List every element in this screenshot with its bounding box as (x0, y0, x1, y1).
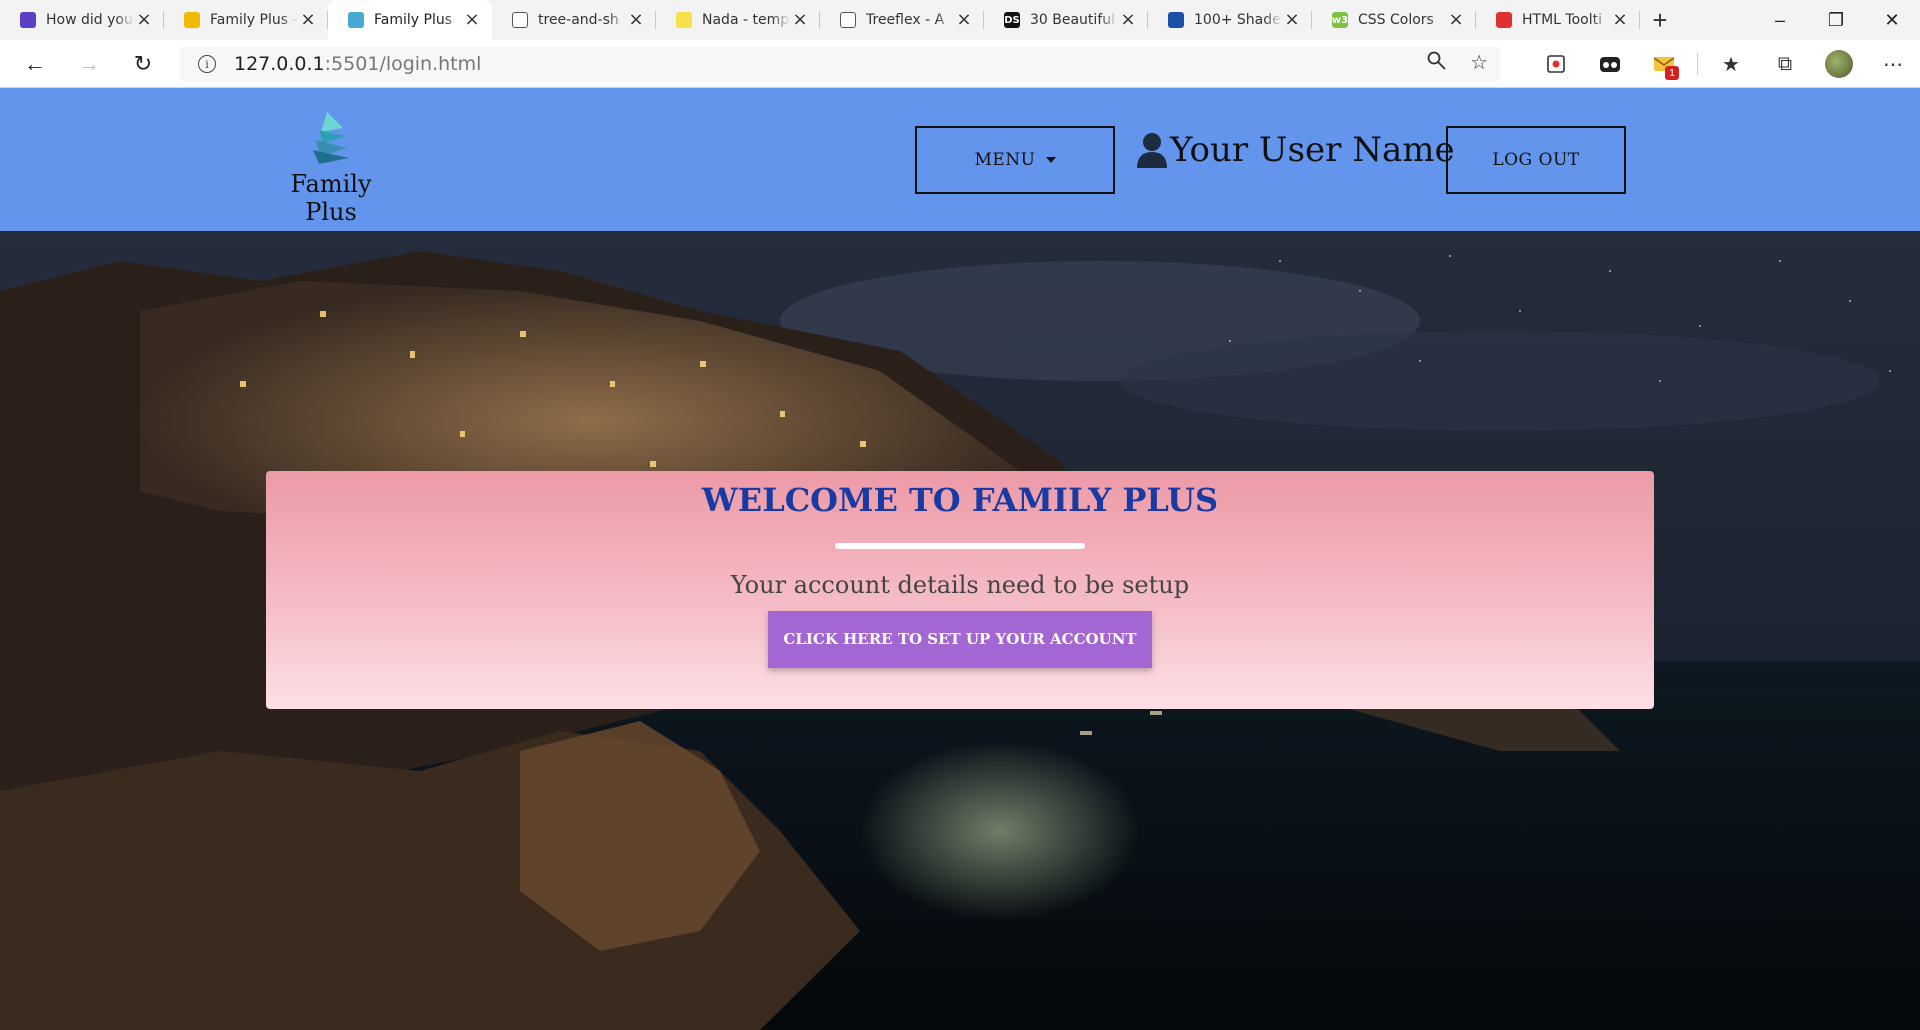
tab-title: Family Plus (374, 12, 452, 28)
favorites-icon[interactable]: ★ (1704, 40, 1758, 88)
browser-tab[interactable]: DS 30 Beautiful × (984, 0, 1148, 40)
info-icon[interactable]: i (198, 55, 216, 73)
title-divider (835, 543, 1085, 549)
welcome-card: WELCOME TO FAMILY PLUS Your account deta… (266, 471, 1654, 709)
browser-tab[interactable]: Family Plus - × (164, 0, 328, 40)
tab-title: Nada - temp (702, 12, 790, 28)
background-image: WELCOME TO FAMILY PLUS Your account deta… (0, 231, 1920, 1030)
url-field[interactable]: i 127.0.0.1:5501/login.html ☆ (180, 46, 1500, 82)
user-info: Your User Name (1136, 130, 1455, 170)
toolbar-divider (1697, 53, 1698, 75)
avatar (1825, 50, 1853, 78)
refresh-icon[interactable]: ↻ (118, 44, 168, 84)
address-bar: ← → ↻ i 127.0.0.1:5501/login.html ☆ 1 ★ … (0, 40, 1920, 88)
browser-toolbar: 1 ★ ⧉ ⋯ (1529, 40, 1920, 88)
tab-title: 100+ Shade (1194, 12, 1281, 28)
tab-favicon-icon (20, 12, 36, 28)
tab-title: 30 Beautiful (1030, 12, 1116, 28)
tab-title: Family Plus - (210, 12, 298, 28)
tab-favicon-icon: DS (1004, 12, 1020, 28)
caret-down-icon (1045, 157, 1056, 163)
tab-list: How did you × Family Plus - × Family Plus × tr… (0, 0, 1640, 40)
extension-icon[interactable] (1583, 40, 1637, 88)
welcome-title: WELCOME TO FAMILY PLUS (701, 481, 1219, 519)
tab-title: HTML Toolti (1522, 12, 1602, 28)
tab-favicon-icon (1496, 12, 1512, 28)
browser-tab[interactable]: Treeflex - A × (820, 0, 984, 40)
url-text: 127.0.0.1:5501/login.html (234, 53, 481, 75)
search-key-icon[interactable] (1426, 50, 1448, 78)
menu-label: MENU (974, 150, 1036, 170)
browser-tab[interactable]: How did you × (0, 0, 164, 40)
mail-extension-icon[interactable]: 1 (1637, 40, 1691, 88)
tab-favicon-icon (184, 12, 200, 28)
close-tab-icon[interactable]: × (626, 11, 646, 29)
close-window-icon[interactable]: ✕ (1864, 0, 1920, 40)
notification-badge: 1 (1665, 66, 1679, 80)
browser-tab[interactable]: w3 CSS Colors × (1312, 0, 1476, 40)
close-tab-icon[interactable]: × (298, 11, 318, 29)
close-tab-icon[interactable]: × (1610, 11, 1630, 29)
brand[interactable]: Family Plus (266, 110, 396, 226)
tab-favicon-icon (676, 12, 692, 28)
url-host: 127.0.0.1 (234, 53, 325, 75)
back-icon[interactable]: ← (10, 44, 60, 84)
close-tab-icon[interactable]: × (1118, 11, 1138, 29)
tab-favicon-icon (1168, 12, 1184, 28)
browser-tab-strip: How did you × Family Plus - × Family Plus × tr… (0, 0, 1920, 40)
browser-tab[interactable]: 100+ Shade × (1148, 0, 1312, 40)
minimize-icon[interactable]: – (1752, 0, 1808, 40)
collections-icon[interactable]: ⧉ (1758, 40, 1812, 88)
screenshot-icon[interactable] (1529, 40, 1583, 88)
tab-title: CSS Colors (1358, 12, 1434, 28)
restore-icon[interactable]: ❐ (1808, 0, 1864, 40)
tab-favicon-icon (512, 12, 528, 28)
tab-favicon-icon (348, 12, 364, 28)
close-tab-icon[interactable]: × (134, 11, 154, 29)
browser-tab[interactable]: Nada - temp × (656, 0, 820, 40)
tab-favicon-icon (840, 12, 856, 28)
close-tab-icon[interactable]: × (790, 11, 810, 29)
user-icon (1137, 133, 1167, 168)
browser-tab[interactable]: HTML Toolti × (1476, 0, 1640, 40)
omnibox-icons: ☆ (1426, 50, 1488, 78)
welcome-subtitle: Your account details need to be setup (730, 571, 1190, 599)
close-tab-icon[interactable]: × (462, 11, 482, 29)
forward-icon[interactable]: → (64, 44, 114, 84)
logout-button[interactable]: LOG OUT (1446, 126, 1626, 194)
profile-avatar[interactable] (1812, 40, 1866, 88)
browser-tab[interactable]: Family Plus × (328, 0, 492, 40)
browser-tab[interactable]: tree-and-sh × (492, 0, 656, 40)
family-plus-logo-icon (313, 112, 349, 164)
tab-title: Treeflex - A (866, 12, 945, 28)
user-name: Your User Name (1170, 130, 1455, 170)
close-tab-icon[interactable]: × (1282, 11, 1302, 29)
star-icon[interactable]: ☆ (1470, 50, 1488, 78)
menu-button[interactable]: MENU (915, 126, 1115, 194)
tab-favicon-icon: w3 (1332, 12, 1348, 28)
site-header: Family Plus MENU Your User Name LOG OUT (0, 88, 1920, 231)
more-menu-icon[interactable]: ⋯ (1866, 40, 1920, 88)
new-tab-button[interactable]: + (1640, 0, 1680, 40)
close-tab-icon[interactable]: × (1446, 11, 1466, 29)
url-path: :5501/login.html (324, 53, 482, 75)
web-page: WELCOME TO FAMILY PLUS Your account deta… (0, 88, 1920, 1030)
brand-name: Family Plus (290, 170, 372, 226)
tab-title: tree-and-sh (538, 12, 619, 28)
close-tab-icon[interactable]: × (954, 11, 974, 29)
window-controls: – ❐ ✕ (1752, 0, 1920, 40)
tab-title: How did you (46, 12, 133, 28)
setup-account-button[interactable]: CLICK HERE TO SET UP YOUR ACCOUNT (768, 611, 1152, 668)
